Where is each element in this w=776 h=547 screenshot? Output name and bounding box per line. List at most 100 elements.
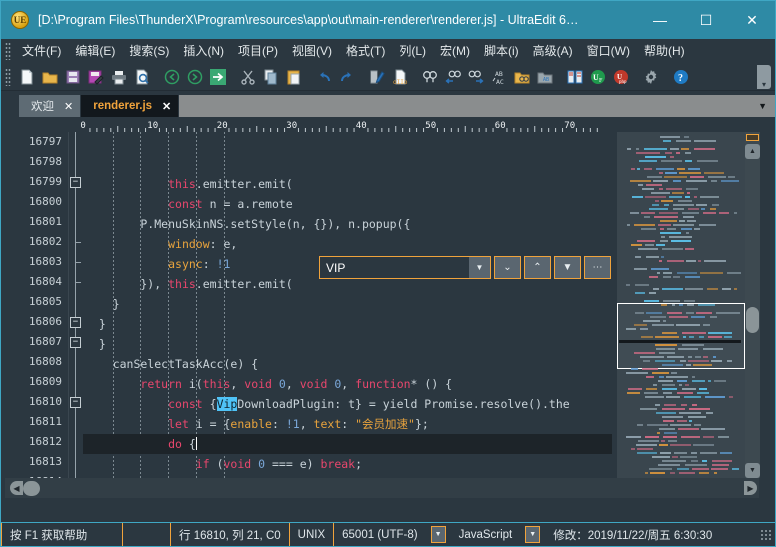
- code-minimap[interactable]: [617, 132, 745, 478]
- toolbar-grip-icon[interactable]: [5, 68, 11, 86]
- code-token: do: [168, 437, 182, 451]
- toolbar-overflow-button[interactable]: ▾: [757, 65, 771, 89]
- paste-icon[interactable]: [282, 65, 305, 89]
- code-line[interactable]: do {: [83, 434, 612, 454]
- uftp-icon[interactable]: UF: [586, 65, 609, 89]
- find-icon[interactable]: [418, 65, 441, 89]
- menu-help[interactable]: 帮助(H): [637, 40, 692, 61]
- menu-insert[interactable]: 插入(N): [176, 40, 231, 61]
- menu-format[interactable]: 格式(T): [339, 40, 392, 61]
- tab-list-chevron-down-icon[interactable]: ▼: [758, 101, 767, 111]
- copy-icon[interactable]: [259, 65, 282, 89]
- scroll-right-arrow-icon[interactable]: ▶: [744, 481, 757, 495]
- goto-icon[interactable]: [206, 65, 229, 89]
- status-encoding[interactable]: 65001 (UTF-8): [334, 523, 425, 547]
- help-icon[interactable]: ?: [669, 65, 692, 89]
- minimize-button[interactable]: —: [637, 1, 683, 39]
- code-line[interactable]: let i = {enable: !1, text: "会员加速"};: [83, 414, 612, 434]
- insert-file-icon[interactable]: oIIo: [388, 65, 411, 89]
- forward-icon[interactable]: [183, 65, 206, 89]
- find-filter-button[interactable]: ▼: [554, 256, 581, 279]
- status-language[interactable]: JavaScript: [451, 523, 521, 547]
- code-line[interactable]: canSelectTaskAcc(e) {: [83, 354, 612, 374]
- code-line[interactable]: this.emitter.emit(: [83, 174, 612, 194]
- scroll-down-arrow-icon[interactable]: ▼: [745, 463, 760, 478]
- menu-script[interactable]: 脚本(i): [477, 40, 526, 61]
- status-line-ending[interactable]: UNIX: [290, 523, 334, 547]
- replace-in-files-icon[interactable]: AB: [533, 65, 556, 89]
- new-file-icon[interactable]: [15, 65, 38, 89]
- horizontal-scrollbar[interactable]: ◀ ▶: [5, 478, 759, 498]
- code-line[interactable]: window: e,: [83, 234, 612, 254]
- minimap-code-line: [694, 196, 697, 198]
- resize-grip-icon[interactable]: [760, 529, 772, 541]
- menu-view[interactable]: 视图(V): [285, 40, 339, 61]
- cut-icon[interactable]: [236, 65, 259, 89]
- minimap-code-line: [667, 260, 684, 262]
- fold-toggle-icon[interactable]: −: [70, 177, 81, 188]
- replace-icon[interactable]: ABAC: [487, 65, 510, 89]
- menu-advanced[interactable]: 高级(A): [526, 40, 580, 61]
- find-in-files-icon[interactable]: [510, 65, 533, 89]
- scroll-left-arrow-icon[interactable]: ◀: [10, 481, 23, 495]
- status-caret-position[interactable]: 行 16810, 列 21, C0: [171, 523, 290, 547]
- save-as-icon[interactable]: [84, 65, 107, 89]
- menu-file[interactable]: 文件(F): [15, 40, 68, 61]
- code-pane[interactable]: 1679716798167991680016801168021680316804…: [5, 132, 612, 478]
- find-prev-button[interactable]: ⌃: [524, 256, 551, 279]
- find-history-chevron-down-icon[interactable]: ▼: [469, 257, 490, 278]
- menu-edit[interactable]: 编辑(E): [68, 40, 122, 61]
- save-icon[interactable]: [61, 65, 84, 89]
- minimap-code-line: [679, 472, 695, 474]
- minimap-code-line: [703, 356, 708, 358]
- open-folder-icon[interactable]: [38, 65, 61, 89]
- compare-files-icon[interactable]: [563, 65, 586, 89]
- config-gear-icon[interactable]: [639, 65, 662, 89]
- code-line[interactable]: return i(this, void 0, void 0, function*…: [83, 374, 612, 394]
- tab-renderer-js-close-icon[interactable]: ✕: [162, 100, 171, 113]
- menu-macro[interactable]: 宏(M): [433, 40, 477, 61]
- code-folding-column[interactable]: −−−−−: [69, 132, 83, 478]
- back-icon[interactable]: [160, 65, 183, 89]
- code-line[interactable]: }: [83, 334, 612, 354]
- code-line[interactable]: const {VipDownloadPlugin: t} = yield Pro…: [83, 394, 612, 414]
- menu-project[interactable]: 项目(P): [231, 40, 285, 61]
- menu-window[interactable]: 窗口(W): [580, 40, 637, 61]
- find-input[interactable]: VIP ▼: [319, 256, 491, 279]
- fold-toggle-icon[interactable]: −: [70, 397, 81, 408]
- print-icon[interactable]: [107, 65, 130, 89]
- redo-icon[interactable]: [335, 65, 358, 89]
- menubar-grip-icon[interactable]: [5, 42, 11, 60]
- tab-renderer-js[interactable]: renderer.js ✕: [81, 95, 178, 117]
- code-line[interactable]: }: [83, 314, 612, 334]
- tab-welcome[interactable]: 欢迎 ✕: [19, 95, 80, 117]
- vertical-scrollbar[interactable]: ▲ ▼: [745, 132, 760, 478]
- minimap-code-line: [719, 212, 729, 214]
- language-chevron-down-icon[interactable]: ▼: [525, 526, 540, 543]
- find-prev-icon[interactable]: [441, 65, 464, 89]
- scroll-up-arrow-icon[interactable]: ▲: [745, 144, 760, 159]
- find-more-button[interactable]: ⋯: [584, 256, 611, 279]
- minimap-code-line: [734, 288, 737, 290]
- fold-toggle-icon[interactable]: −: [70, 317, 81, 328]
- menu-column[interactable]: 列(L): [392, 40, 433, 61]
- ustudio-icon[interactable]: Uphp: [609, 65, 632, 89]
- code-line[interactable]: P.MenuSkinNS.setStyle(n, {}), n.popup({: [83, 214, 612, 234]
- horizontal-scroll-thumb[interactable]: [23, 481, 40, 496]
- code-text-area[interactable]: this.emitter.emit( const n = a.remote P.…: [83, 132, 612, 478]
- close-button[interactable]: ✕: [729, 1, 775, 39]
- find-next-button[interactable]: ⌄: [494, 256, 521, 279]
- vertical-scroll-thumb[interactable]: [746, 307, 759, 333]
- code-line[interactable]: const n = a.remote: [83, 194, 612, 214]
- tab-welcome-close-icon[interactable]: ✕: [64, 100, 73, 113]
- fold-toggle-icon[interactable]: −: [70, 337, 81, 348]
- maximize-button[interactable]: ☐: [683, 1, 729, 39]
- undo-icon[interactable]: [312, 65, 335, 89]
- code-line[interactable]: if (void 0 === e) break;: [83, 454, 612, 474]
- code-line[interactable]: }: [83, 294, 612, 314]
- print-preview-icon[interactable]: [130, 65, 153, 89]
- menu-search[interactable]: 搜索(S): [122, 40, 176, 61]
- find-next-icon[interactable]: [464, 65, 487, 89]
- encoding-chevron-down-icon[interactable]: ▼: [431, 526, 446, 543]
- spell-check-icon[interactable]: [365, 65, 388, 89]
